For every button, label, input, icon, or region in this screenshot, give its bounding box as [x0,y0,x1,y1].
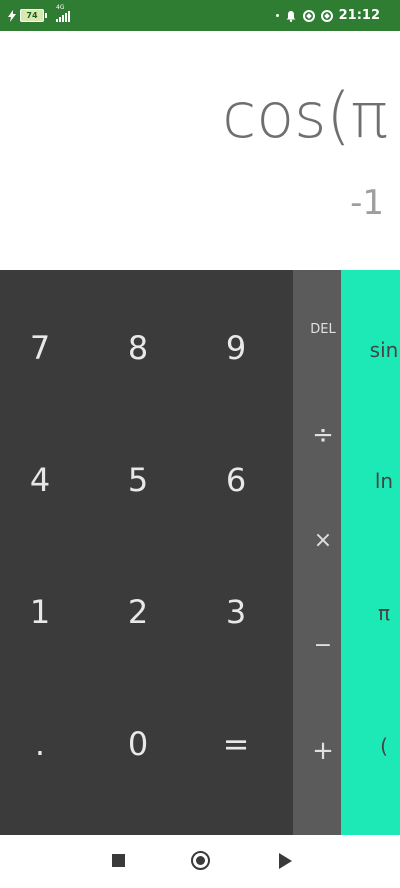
home-circle-icon[interactable] [191,851,210,870]
divide-button[interactable]: ÷ [293,420,341,450]
add-button[interactable]: + [293,736,341,766]
digit-8-button[interactable]: 8 [89,282,187,414]
charging-bolt-icon [8,9,16,22]
navigation-bar [0,835,400,888]
status-bar: 74 4G 21:12 [0,0,400,31]
digit-2-button[interactable]: 2 [89,546,187,678]
multiply-button[interactable]: × [293,528,341,553]
digit-5-button[interactable]: 5 [89,414,187,546]
status-time: 21:12 [338,8,380,23]
bell-icon [286,10,296,22]
digit-4-button[interactable]: 4 [0,414,89,546]
digit-1-button[interactable]: 1 [0,546,89,678]
digit-3-button[interactable]: 3 [187,546,285,678]
advanced-functions-panel[interactable]: sin ln π ( [341,270,400,835]
battery-icon: 74 [20,9,47,22]
signal-icon: 4G [56,4,70,22]
notification-dot-icon [275,14,279,17]
status-left: 74 4G [8,0,70,31]
status-right: 21:12 [275,0,380,31]
digit-0-button[interactable]: 0 [89,678,187,810]
sin-button[interactable]: sin [341,338,400,362]
back-triangle-icon[interactable] [279,853,292,869]
digit-9-button[interactable]: 9 [187,282,285,414]
digit-6-button[interactable]: 6 [187,414,285,546]
equals-button[interactable]: = [187,678,285,810]
decimal-point-button[interactable]: . [0,678,89,810]
pi-button[interactable]: π [341,601,400,625]
ln-button[interactable]: ln [341,469,400,493]
recents-square-icon[interactable] [112,854,125,867]
formula-input[interactable]: cos(π [222,79,388,152]
operator-panel: DEL ÷ × − + [293,270,341,835]
sync-icon [302,9,315,22]
delete-button[interactable]: DEL [293,322,341,337]
numeric-keypad: 7 8 9 4 5 6 1 2 3 . 0 = [0,270,293,835]
result-preview: -1 [350,183,384,223]
battery-level: 74 [26,11,38,20]
data-saver-icon [320,9,333,22]
network-type: 4G [56,3,65,11]
digit-7-button[interactable]: 7 [0,282,89,414]
subtract-button[interactable]: − [293,633,341,658]
calculator-display: cos(π -1 [0,31,400,270]
open-paren-button[interactable]: ( [341,734,400,758]
